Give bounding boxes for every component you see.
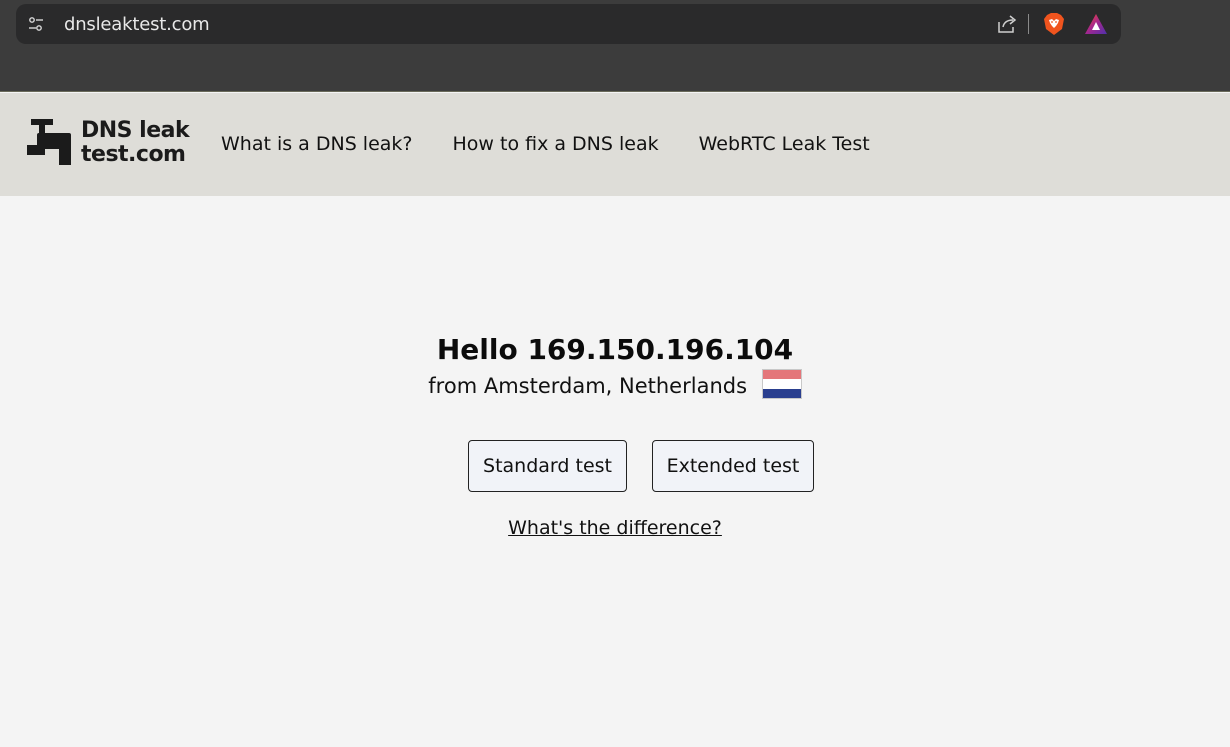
- browser-toolbar: dnsleaktest.com: [0, 0, 1230, 92]
- share-icon[interactable]: [996, 13, 1018, 35]
- brave-shields-icon[interactable]: [1043, 12, 1065, 36]
- address-bar[interactable]: dnsleaktest.com: [16, 4, 1121, 44]
- logo-text-line1: DNS leak: [81, 118, 190, 143]
- nav-link-webrtc-test[interactable]: WebRTC Leak Test: [699, 133, 870, 155]
- logo-text-line2: test.com: [81, 142, 186, 167]
- faucet-logo-icon: [27, 119, 71, 165]
- url-text[interactable]: dnsleaktest.com: [64, 14, 210, 35]
- site-settings-icon[interactable]: [28, 16, 44, 32]
- toolbar-divider: [1028, 14, 1029, 34]
- location-text: from Amsterdam, Netherlands: [428, 374, 748, 398]
- location-row: from Amsterdam, Netherlands: [0, 369, 1230, 399]
- standard-test-button[interactable]: Standard test: [468, 440, 627, 492]
- site-header: DNS leak test.com What is a DNS leak? Ho…: [0, 93, 1230, 196]
- brave-rewards-icon[interactable]: [1084, 13, 1108, 35]
- netherlands-flag-icon: [761, 369, 802, 399]
- nav-link-what-is-dns-leak[interactable]: What is a DNS leak?: [221, 133, 413, 155]
- main-content: Hello 169.150.196.104 from Amsterdam, Ne…: [0, 196, 1230, 747]
- whats-the-difference-link[interactable]: What's the difference?: [0, 517, 1230, 539]
- extended-test-button[interactable]: Extended test: [652, 440, 814, 492]
- ip-greeting: Hello 169.150.196.104: [436, 333, 794, 366]
- main-nav: What is a DNS leak? How to fix a DNS lea…: [221, 133, 910, 155]
- nav-link-how-to-fix[interactable]: How to fix a DNS leak: [453, 133, 659, 155]
- site-logo[interactable]: DNS leak test.com: [27, 117, 197, 167]
